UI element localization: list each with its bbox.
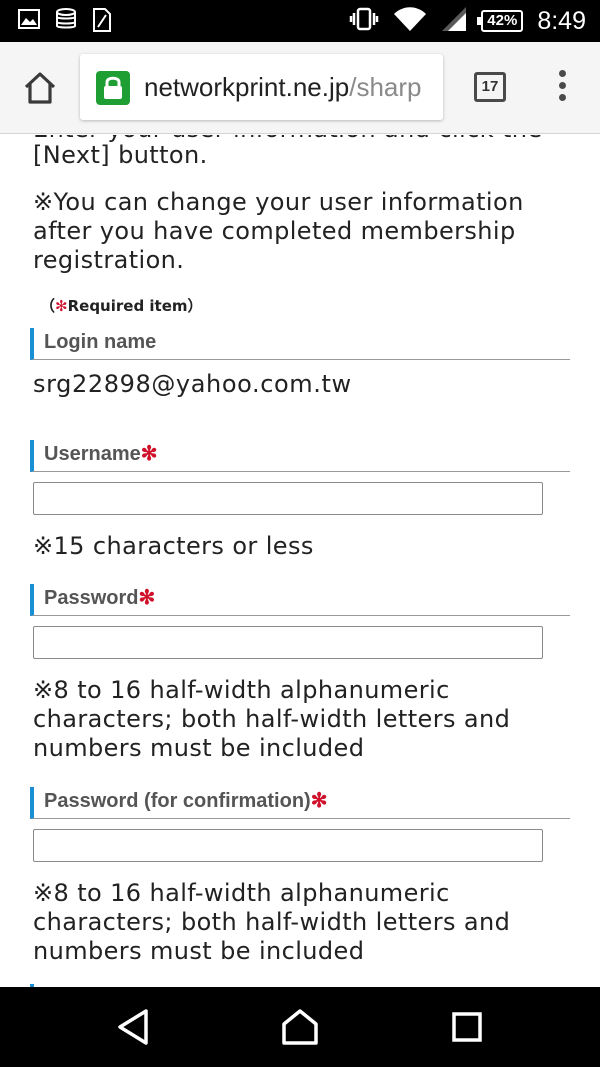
sim-icon (92, 8, 112, 36)
required-star-icon: ✻ (310, 790, 328, 812)
url-path: /sharp (349, 72, 422, 102)
change-info-note: ※You can change your user information af… (33, 188, 524, 274)
recents-square-icon (452, 1012, 482, 1042)
browser-toolbar: networkprint.ne.jp/sharp 17 (0, 42, 600, 134)
status-bar: 42% 8:49 (0, 0, 600, 42)
password-confirm-input[interactable] (33, 829, 543, 862)
required-item-note: （✻Required item） (40, 297, 203, 315)
back-button[interactable] (114, 1007, 154, 1047)
clock: 8:49 (537, 7, 586, 35)
home-nav-icon (282, 1009, 318, 1045)
vibrate-icon (349, 7, 379, 35)
password-label: Password✻ (30, 584, 570, 616)
wifi-icon (393, 6, 427, 36)
password-confirm-hint: ※8 to 16 half-width alphanumeric charact… (33, 879, 511, 965)
password-hint: ※8 to 16 half-width alphanumeric charact… (33, 676, 511, 762)
signal-icon (441, 6, 467, 36)
address-bar[interactable]: networkprint.ne.jp/sharp (80, 54, 443, 120)
login-name-label: Login name (30, 328, 570, 360)
username-label: Username✻ (30, 440, 570, 472)
password-input[interactable] (33, 626, 543, 659)
back-triangle-icon (118, 1009, 148, 1045)
required-star-icon: ✻ (140, 443, 158, 465)
username-input[interactable] (33, 482, 543, 515)
overflow-menu-button[interactable] (552, 70, 572, 106)
required-star-icon: ✻ (138, 587, 156, 609)
lock-icon (96, 71, 130, 105)
required-star-icon: ✻ (55, 297, 68, 315)
url-text: networkprint.ne.jp/sharp (144, 54, 422, 120)
instruction-text: [Next] button. (33, 141, 208, 169)
navigation-bar (0, 987, 600, 1067)
username-hint: ※15 characters or less (33, 532, 314, 560)
battery-icon: 42% (477, 10, 524, 32)
page-content: Enter your user information and click th… (0, 135, 600, 987)
login-name-value: srg22898@yahoo.com.tw (33, 370, 352, 398)
image-icon (18, 8, 40, 36)
home-icon (24, 72, 56, 104)
password-confirm-label: Password (for confirmation)✻ (30, 787, 570, 819)
tab-switcher-button[interactable]: 17 (474, 72, 506, 102)
url-host: networkprint.ne.jp (144, 72, 350, 102)
recents-button[interactable] (447, 1007, 487, 1047)
database-icon (54, 8, 78, 36)
more-vertical-icon (558, 70, 566, 77)
home-nav-button[interactable] (280, 1007, 320, 1047)
home-button[interactable] (22, 70, 58, 106)
